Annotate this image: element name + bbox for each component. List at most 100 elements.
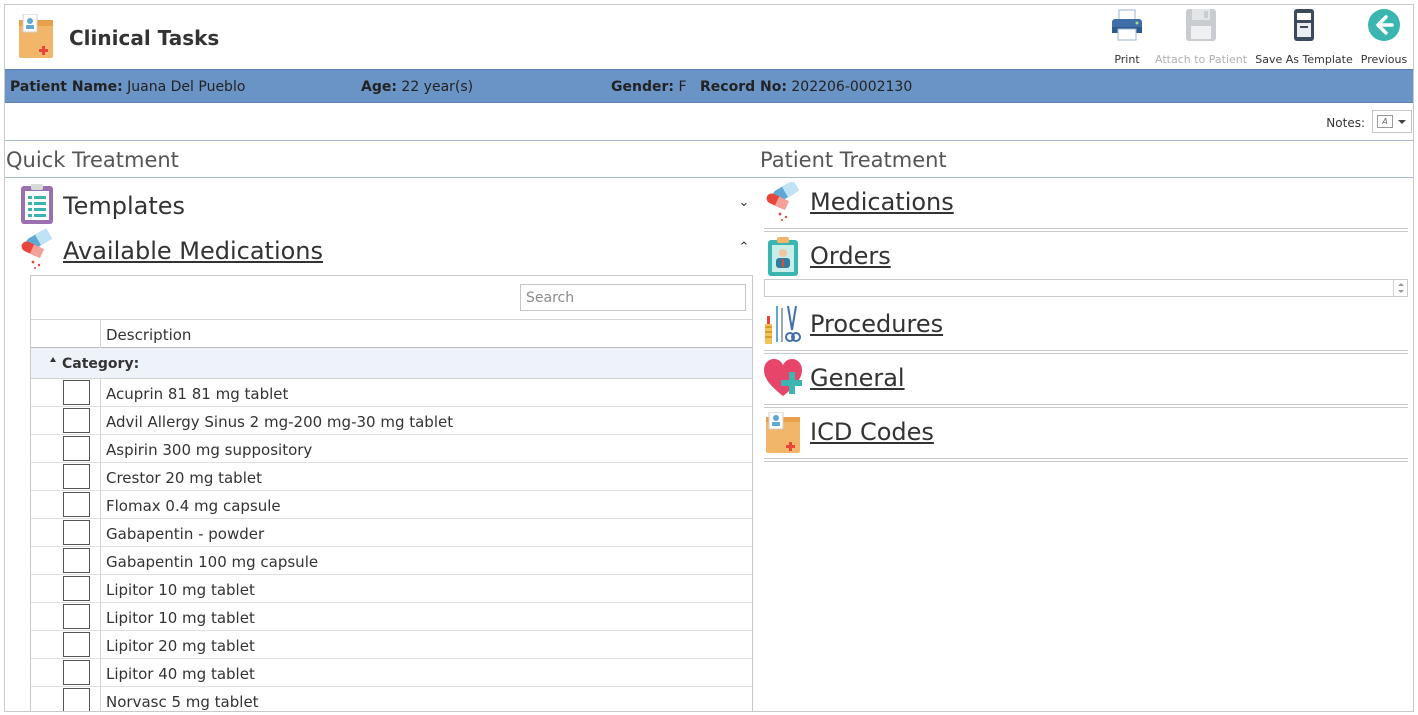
medication-description: Lipitor 10 mg tablet — [106, 609, 255, 627]
available-medications-label: Available Medications — [63, 237, 324, 265]
patient-gender-value: F — [678, 79, 687, 95]
spin-down-icon[interactable] — [1398, 290, 1404, 293]
previous-button[interactable]: Previous — [1357, 7, 1411, 67]
icd-codes-link[interactable]: ICD Codes — [810, 418, 934, 446]
templates-label: Templates — [63, 192, 186, 220]
row-checkbox[interactable] — [63, 548, 90, 573]
select-cell — [31, 575, 101, 603]
medication-description: Flomax 0.4 mg capsule — [106, 497, 281, 515]
patient-treatment-title: Patient Treatment — [760, 148, 947, 172]
row-checkbox[interactable] — [63, 464, 90, 489]
save-as-template-button[interactable]: Save As Template — [1255, 7, 1353, 67]
row-checkbox[interactable] — [63, 520, 90, 545]
table-row[interactable]: Lipitor 20 mg tablet — [31, 631, 752, 659]
header: Clinical Tasks Print Attach to Patient S… — [5, 5, 1413, 69]
select-cell — [31, 407, 101, 435]
medication-description: Advil Allergy Sinus 2 mg-200 mg-30 mg ta… — [106, 413, 454, 431]
section-separator — [764, 458, 1408, 462]
description-column-header[interactable]: Description — [106, 326, 191, 344]
notes-dropdown[interactable]: A — [1372, 110, 1412, 133]
chevron-up-icon[interactable]: ⌃ — [737, 240, 751, 255]
templates-accordion-header[interactable]: Templates ⌄ — [19, 183, 751, 225]
table-row[interactable]: Gabapentin 100 mg capsule — [31, 547, 752, 575]
medication-description: Lipitor 40 mg tablet — [106, 665, 255, 683]
orders-link[interactable]: Orders — [810, 242, 891, 270]
patient-medications-section: Medications — [764, 180, 1408, 234]
medication-description: Lipitor 20 mg tablet — [106, 637, 255, 655]
medication-description: Lipitor 10 mg tablet — [106, 581, 255, 599]
row-checkbox[interactable] — [63, 688, 90, 711]
section-separator — [764, 228, 1408, 232]
notes-text-icon: A — [1377, 115, 1393, 128]
grid-header: Description — [31, 320, 752, 348]
patient-gender: Gender: F — [611, 79, 687, 95]
row-checkbox[interactable] — [63, 380, 90, 405]
row-checkbox[interactable] — [63, 604, 90, 629]
table-row[interactable]: Lipitor 10 mg tablet — [31, 603, 752, 631]
general-link[interactable]: General — [810, 364, 905, 392]
select-cell — [31, 463, 101, 491]
medication-description: Gabapentin - powder — [106, 525, 265, 543]
attach-to-patient-button[interactable]: Attach to Patient — [1155, 7, 1247, 67]
save-as-template-label: Save As Template — [1255, 53, 1353, 66]
print-button[interactable]: Print — [1103, 7, 1151, 67]
table-row[interactable]: Advil Allergy Sinus 2 mg-200 mg-30 mg ta… — [31, 407, 752, 435]
select-cell — [31, 379, 101, 407]
chevron-down-icon[interactable]: ⌄ — [737, 195, 751, 210]
section-divider — [5, 177, 1413, 178]
quick-treatment-title: Quick Treatment — [6, 148, 179, 172]
orders-spin-field[interactable] — [764, 279, 1408, 297]
spin-buttons[interactable] — [1393, 280, 1407, 296]
table-row[interactable]: Crestor 20 mg tablet — [31, 463, 752, 491]
row-checkbox[interactable] — [63, 408, 90, 433]
grid-search-band — [31, 276, 752, 320]
patient-age-value: 22 year(s) — [401, 79, 474, 95]
row-checkbox[interactable] — [63, 632, 90, 657]
back-arrow-icon — [1368, 9, 1400, 41]
chevron-down-icon — [1398, 120, 1406, 124]
section-separator — [764, 350, 1408, 354]
section-separator — [764, 404, 1408, 408]
category-group-row[interactable]: Category: — [31, 348, 752, 379]
table-row[interactable]: Lipitor 40 mg tablet — [31, 659, 752, 687]
previous-label: Previous — [1360, 53, 1408, 66]
search-input[interactable] — [520, 284, 746, 311]
table-row[interactable]: Gabapentin - powder — [31, 519, 752, 547]
clipboard-doctor-icon — [768, 237, 798, 276]
procedures-link[interactable]: Procedures — [810, 310, 943, 338]
patient-record-value: 202206-0002130 — [791, 79, 913, 95]
row-checkbox[interactable] — [63, 436, 90, 461]
patient-age-label: Age: — [361, 79, 397, 95]
available-medications-grid: Description Category: Acuprin 81 81 mg t… — [30, 275, 753, 711]
patient-procedures-section: Procedures — [764, 302, 1408, 356]
medication-description: Norvasc 5 mg tablet — [106, 693, 259, 711]
table-row[interactable]: Aspirin 300 mg suppository — [31, 435, 752, 463]
patient-age: Age: 22 year(s) — [361, 79, 473, 95]
select-cell — [31, 631, 101, 659]
floppy-disk-icon — [1186, 9, 1216, 41]
row-checkbox[interactable] — [63, 660, 90, 685]
notes-row: Notes: A — [5, 104, 1413, 141]
table-row[interactable]: Acuprin 81 81 mg tablet — [31, 379, 752, 407]
select-cell — [31, 547, 101, 575]
attach-to-patient-label: Attach to Patient — [1155, 53, 1248, 66]
pills-icon — [766, 182, 800, 221]
table-row[interactable]: Lipitor 10 mg tablet — [31, 575, 752, 603]
patient-folder-icon — [19, 14, 53, 58]
available-medications-accordion-header[interactable]: Available Medications ⌃ — [19, 228, 751, 270]
collapse-arrow-icon[interactable] — [50, 357, 56, 362]
row-checkbox[interactable] — [63, 576, 90, 601]
notes-label: Notes: — [1326, 116, 1365, 130]
table-row[interactable]: Norvasc 5 mg tablet — [31, 687, 752, 711]
patient-name: Patient Name: Juana Del Pueblo — [10, 79, 245, 95]
patient-icd-codes-section: ICD Codes — [764, 410, 1408, 464]
medications-link[interactable]: Medications — [810, 188, 954, 216]
table-row[interactable]: Flomax 0.4 mg capsule — [31, 491, 752, 519]
row-checkbox[interactable] — [63, 492, 90, 517]
select-cell — [31, 519, 101, 547]
select-cell — [31, 659, 101, 687]
medication-description: Acuprin 81 81 mg tablet — [106, 385, 289, 403]
medication-description: Crestor 20 mg tablet — [106, 469, 262, 487]
spin-up-icon[interactable] — [1398, 283, 1404, 286]
print-label: Print — [1114, 53, 1140, 66]
